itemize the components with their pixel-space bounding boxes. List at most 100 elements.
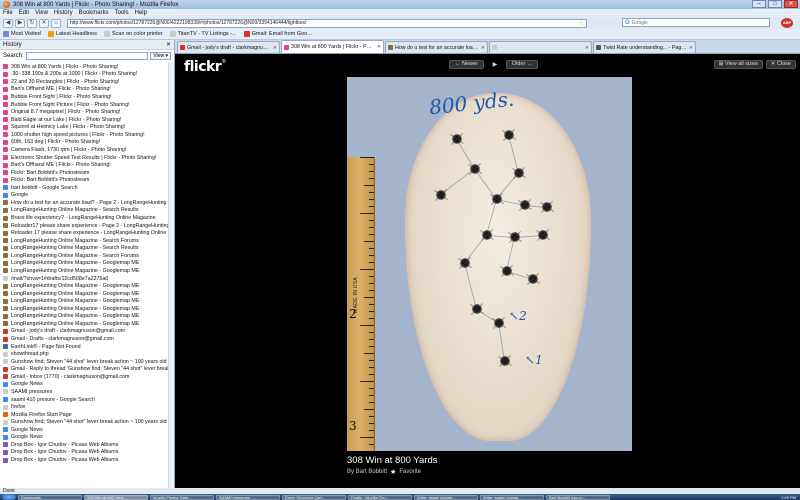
browser-tab[interactable]: How do u test for an accurate load?... ✕ [385,41,488,53]
url-bar[interactable]: http://www.flickr.com/photos/12787226@N0… [67,18,587,28]
star-icon[interactable]: ★ [390,468,396,476]
history-item[interactable]: Drop Box - Igor Chudov - Picasa Web Albu… [3,441,171,449]
history-item[interactable]: LongRangeHunting Online Magazine - Searc… [3,207,171,215]
history-item[interactable]: Brass life expectency? - LongRangeHuntin… [3,214,171,222]
google-icon[interactable]: G [625,20,630,26]
history-item[interactable]: Gmail - jody's draft - clarkmagnuson@gma… [3,328,171,336]
history-item[interactable]: LongRangeHunting Online Magazine - Googl… [3,320,171,328]
forward-button[interactable]: ▶ [15,18,25,28]
history-item[interactable]: showthread.php [3,350,171,358]
history-item[interactable]: Google News [3,426,171,434]
adblock-icon[interactable]: ABP [781,18,793,28]
view-dropdown[interactable]: View ▾ [150,52,171,60]
maximize-icon[interactable]: □ [768,0,782,8]
history-item[interactable]: Bubble Front Sight Picture | Flickr - Ph… [3,101,171,109]
history-item[interactable]: Flickr: Bart Bobbitt's Photostream [3,176,171,184]
history-item[interactable]: Bart's Offhand ME | Flickr - Photo Shari… [3,161,171,169]
history-item[interactable]: LongRangeHunting Online Magazine - Googl… [3,297,171,305]
browser-tab[interactable]: Twist Rate understanding... - Page 2... ✕ [593,41,696,53]
history-item[interactable]: Gmail - Reply to thread 'Gunshow find; S… [3,366,171,374]
history-item[interactable]: LongRangeHunting Online Magazine - Googl… [3,267,171,275]
history-item[interactable]: Mozilla Firefox Start Page [3,411,171,419]
taskbar-item[interactable]: Downloads [18,494,82,500]
history-item[interactable]: Electronic Shutter Speed Test Results | … [3,154,171,162]
history-item[interactable]: LongRangeHunting Online Magazine - Googl… [3,260,171,268]
history-item[interactable]: /mail/?shva=1#drafts/12cd508e7a2275a0 [3,275,171,283]
history-item[interactable]: How do u test for an accurate load? - Pa… [3,199,171,207]
reload-button[interactable]: ↻ [27,18,37,28]
play-icon[interactable]: ▶ [488,61,502,68]
history-item[interactable]: Gunshow find; Steven "44 shot" lever bre… [3,418,171,426]
history-item[interactable]: SAAMI pressures [3,388,171,396]
bookmark-titantv[interactable]: TitanTV - TV Listings -... [169,31,237,37]
bookmark-most-visited[interactable]: Most Visited [3,31,41,37]
menu-help[interactable]: Help [135,10,147,16]
taskbar-item[interactable]: Drafts - Mozilla Thu... [348,494,412,500]
search-bar[interactable]: G [622,18,770,27]
flickr-logo[interactable]: flickr® [184,59,226,75]
history-item[interactable]: EarthLink® - Page Not Found [3,343,171,351]
photo-author[interactable]: By Bart Bobbitt [347,469,387,475]
close-sidebar-icon[interactable]: ✕ [166,41,171,48]
history-item[interactable]: Original 8.7 megapixel | Flickr - Photo … [3,108,171,116]
history-item[interactable]: 22 and 30 Rectangles | Flickr - Photo Sh… [3,78,171,86]
history-item[interactable]: Bubble Front Sight | Flickr - Photo Shar… [3,93,171,101]
browser-tab[interactable]: 308 Win at 800 Yards | Flickr - Pho... ✕ [281,40,384,53]
menu-file[interactable]: File [3,10,13,16]
older-button[interactable]: Older → [505,60,539,69]
taskbar-item[interactable]: Bart Bobbitt icon.jp... [546,494,610,500]
newer-button[interactable]: ← Newer [449,60,484,69]
menu-view[interactable]: View [35,10,48,16]
history-item[interactable]: .30-.338 190s & 200s at 1000 | Flickr - … [3,71,171,79]
close-tab-icon[interactable]: ✕ [585,45,589,51]
history-item[interactable]: LongRangeHunting Online Magazine - Searc… [3,237,171,245]
start-button[interactable] [2,494,16,500]
history-item[interactable]: bart bobbitt - Google Search [3,184,171,192]
history-item[interactable]: LongRangeHunting Online Magazine - Googl… [3,313,171,321]
taskbar-item[interactable]: Emco Shopping Cart... [282,494,346,500]
menu-tools[interactable]: Tools [115,10,129,16]
history-item[interactable]: LongRangeHunting Online Magazine - Searc… [3,252,171,260]
close-window-icon[interactable]: ✕ [784,0,798,8]
menu-history[interactable]: History [54,10,73,16]
view-all-sizes-button[interactable]: ⊞ View all sizes [713,60,763,69]
minimize-icon[interactable]: – [752,0,766,8]
browser-tab[interactable]: ✕ [489,41,592,53]
history-item[interactable]: Gmail - Inbox (1770) - clarkmagnuson@gma… [3,373,171,381]
photo[interactable]: MADE IN USA 2 3 800 yds. ↖2 ↖1 [347,77,632,451]
history-item[interactable]: firefox [3,403,171,411]
history-item[interactable]: LongRangeHunting Online Magazine - Googl… [3,282,171,290]
history-search-input[interactable] [25,52,149,60]
history-item[interactable]: Gmail - Drafts - clarkmagnuson@gmail.com [3,335,171,343]
history-item[interactable]: 1000 shutter high speed pictures | Flick… [3,131,171,139]
history-item[interactable]: 60th, 163 deg | Flickr - Photo Sharing! [3,139,171,147]
home-button[interactable]: ⌂ [51,18,61,28]
history-item[interactable]: Camera Flash, 1730 rpm | Flickr - Photo … [3,146,171,154]
close-button[interactable]: ✕ Close [765,60,796,69]
close-tab-icon[interactable]: ✕ [377,44,381,50]
bookmark-latest-headlines[interactable]: Latest Headlines [47,31,97,37]
history-item[interactable]: 308 Win at 800 Yards | Flickr - Photo Sh… [3,63,171,71]
history-item[interactable]: Google News [3,434,171,442]
history-item[interactable]: Squirrel at Heimicy Lake | Flickr - Phot… [3,124,171,132]
bookmark-scan-printer[interactable]: Scan on color printer [103,31,163,37]
history-item[interactable]: Flickr: Bart Bobbitt's Photostream [3,169,171,177]
bookmark-star-icon[interactable]: ☆ [579,20,584,27]
history-item[interactable]: Google News [3,381,171,389]
taskbar-item[interactable]: 308 Win at 800 Yard... [84,494,148,500]
history-item[interactable]: Reloader 17 please share experience - Lo… [3,229,171,237]
history-item[interactable]: LongRangeHunting Online Magazine - Searc… [3,245,171,253]
close-tab-icon[interactable]: ✕ [689,45,693,51]
taskbar-item[interactable]: Write: saami chamb... [480,494,544,500]
favorite-link[interactable]: Favorite [399,469,421,475]
sidebar-scrollbar[interactable] [168,62,174,488]
history-item[interactable]: Reloader17 please share experience - Pag… [3,222,171,230]
stop-button[interactable]: ✕ [39,18,49,28]
taskbar-item[interactable]: SAAMI pressures - ... [216,494,280,500]
close-tab-icon[interactable]: ✕ [481,45,485,51]
history-item[interactable]: LongRangeHunting Online Magazine - Googl… [3,290,171,298]
history-item[interactable]: Bart's Offhand ME | Flickr - Photo Shari… [3,86,171,94]
history-item[interactable]: Bald Eagle at our Lake | Flickr - Photo … [3,116,171,124]
history-item[interactable]: Gunshow find; Steven "44 shot" lever bre… [3,358,171,366]
history-item[interactable]: Drop Box - Igor Chudov - Picasa Web Albu… [3,456,171,464]
